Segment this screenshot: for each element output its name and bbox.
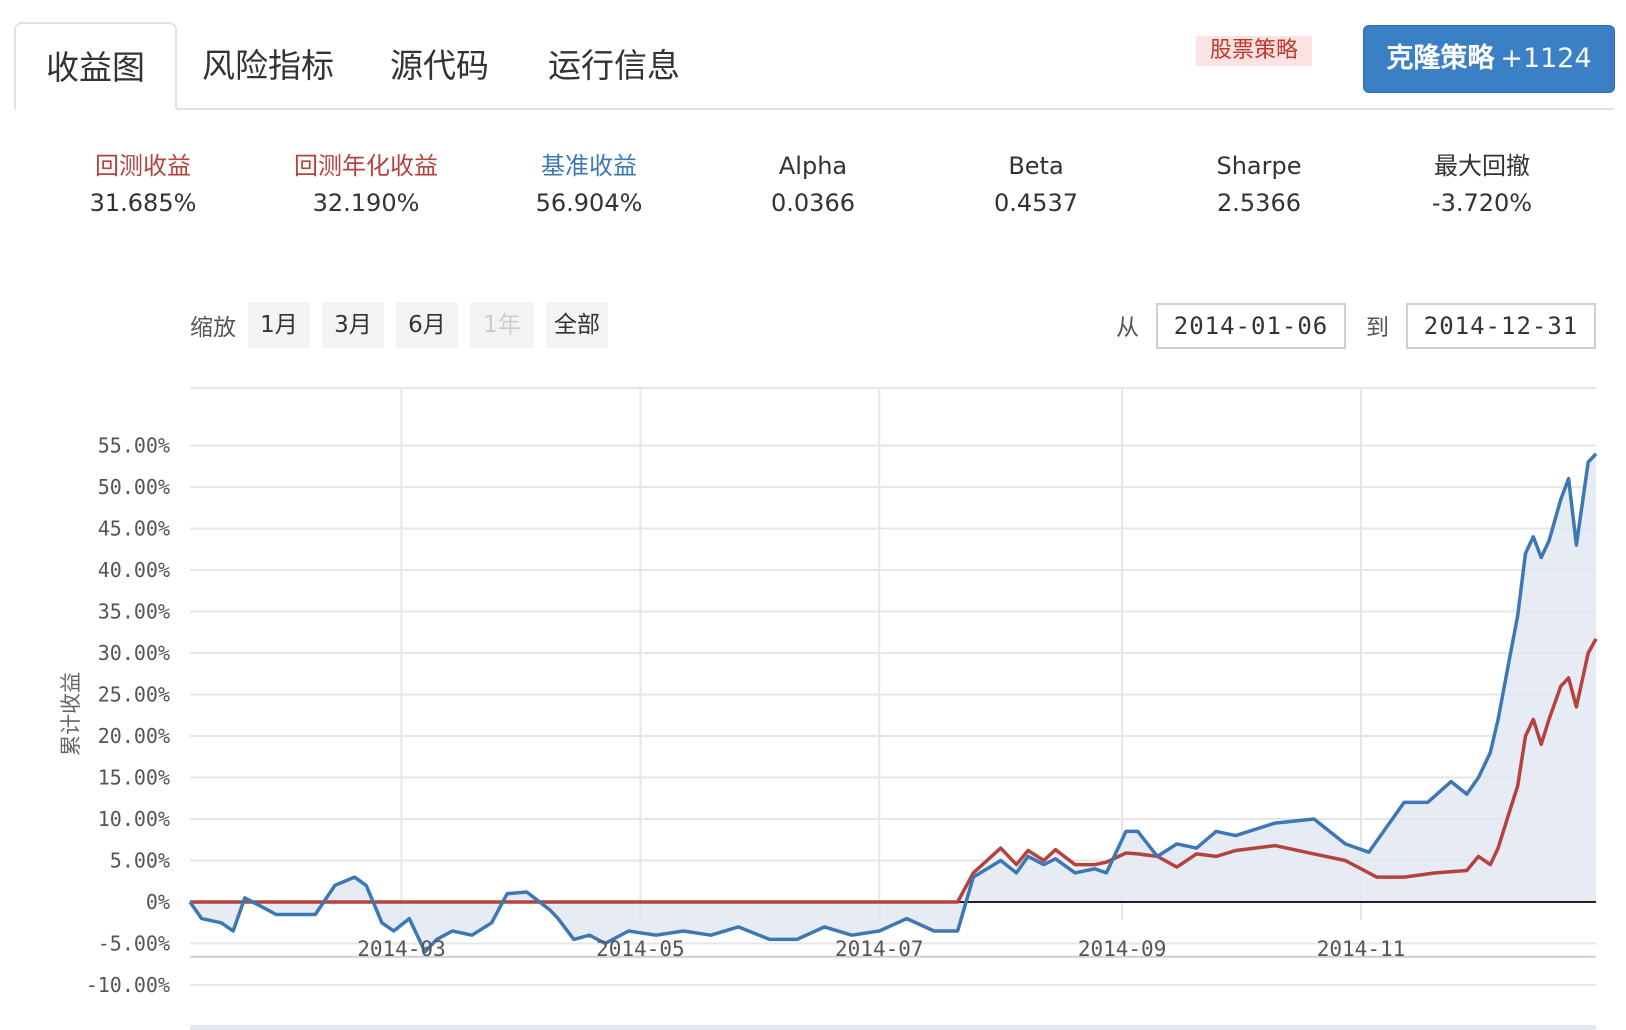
y-tick-label: 10.00% <box>98 807 170 831</box>
y-axis-label: 累计收益 <box>59 672 83 756</box>
tab-source-code[interactable]: 源代码 <box>390 22 489 106</box>
zoom-label: 缩放 <box>190 315 236 341</box>
y-tick-label: 25.00% <box>98 683 170 707</box>
zoom-all-button[interactable]: 全部 <box>546 302 608 348</box>
metric-label: 回测收益 <box>95 152 191 180</box>
metric-alpha: Alpha 0.0366 <box>713 148 913 220</box>
y-axis-ticks: -10.00% -5.00% 0% 5.00% 10.00% 15.00% 20.00% 25… <box>86 434 170 998</box>
metric-backtest-return: 回测收益 31.685% <box>43 148 243 220</box>
metric-value: 2.5366 <box>1217 189 1301 217</box>
y-tick-label: 35.00% <box>98 600 170 624</box>
zoom-1y-button[interactable]: 1年 <box>470 302 534 348</box>
tab-returns-chart[interactable]: 收益图 <box>14 22 177 110</box>
x-tick-label: 2014-09 <box>1078 937 1167 961</box>
metric-value: -3.720% <box>1431 189 1533 217</box>
tab-source-code-label: 源代码 <box>390 46 489 85</box>
metric-sharpe: Sharpe 2.5366 <box>1159 148 1359 220</box>
cumulative-return-chart: -10.00% -5.00% 0% 5.00% 10.00% 15.00% 20.00% 25… <box>59 387 1598 1030</box>
metric-label: Beta <box>1008 152 1064 180</box>
y-tick-label: 40.00% <box>98 558 170 582</box>
metric-label: Sharpe <box>1216 152 1302 180</box>
tab-run-info[interactable]: 运行信息 <box>548 22 680 106</box>
tab-risk-metrics-label: 风险指标 <box>202 46 334 85</box>
metric-value: 56.904% <box>535 189 643 217</box>
x-tick-label: 2014-03 <box>357 937 446 961</box>
y-tick-label: 55.00% <box>98 434 170 458</box>
y-tick-label: -10.00% <box>86 973 170 997</box>
metric-value: 31.685% <box>89 189 197 217</box>
strategy-type-badge: 股票策略 <box>1196 36 1313 66</box>
y-tick-label: 20.00% <box>98 724 170 748</box>
x-tick-label: 2014-11 <box>1317 937 1406 961</box>
metric-benchmark-return: 基准收益 56.904% <box>489 148 689 220</box>
clone-count: +1124 <box>1500 43 1592 74</box>
from-date-input[interactable]: 2014-01-06 <box>1156 303 1346 349</box>
metric-label: 最大回撤 <box>1434 152 1530 180</box>
y-tick-label: 0% <box>146 890 170 914</box>
tab-returns-chart-label: 收益图 <box>46 48 145 87</box>
y-tick-label: 50.00% <box>98 475 170 499</box>
metric-label: 基准收益 <box>541 152 637 180</box>
clone-strategy-label: 克隆策略 <box>1386 43 1495 74</box>
metric-beta: Beta 0.4537 <box>936 148 1136 220</box>
metric-value: 32.190% <box>312 189 420 217</box>
metric-label: 回测年化收益 <box>294 152 438 180</box>
to-label: 到 <box>1366 315 1389 341</box>
y-tick-label: 15.00% <box>98 766 170 790</box>
x-tick-label: 2014-07 <box>835 937 924 961</box>
tab-risk-metrics[interactable]: 风险指标 <box>202 22 334 106</box>
metric-max-drawdown: 最大回撤 -3.720% <box>1382 148 1582 220</box>
zoom-1m-button[interactable]: 1月 <box>248 302 310 348</box>
metric-value: 0.0366 <box>771 189 855 217</box>
x-tick-label: 2014-05 <box>596 937 685 961</box>
clone-strategy-button[interactable]: 克隆策略 +1124 <box>1363 25 1615 93</box>
y-tick-label: -5.00% <box>98 932 170 956</box>
from-label: 从 <box>1116 315 1139 341</box>
y-tick-label: 45.00% <box>98 517 170 541</box>
metric-label: Alpha <box>778 152 848 180</box>
zoom-3m-button[interactable]: 3月 <box>322 302 384 348</box>
y-tick-label: 5.00% <box>110 849 170 873</box>
metric-value: 0.4537 <box>994 189 1078 217</box>
tab-run-info-label: 运行信息 <box>548 46 680 85</box>
y-tick-label: 30.00% <box>98 641 170 665</box>
navigator-bar[interactable] <box>190 1025 1596 1030</box>
zoom-6m-button[interactable]: 6月 <box>396 302 458 348</box>
metric-annual-return: 回测年化收益 32.190% <box>266 148 466 220</box>
to-date-input[interactable]: 2014-12-31 <box>1406 303 1596 349</box>
